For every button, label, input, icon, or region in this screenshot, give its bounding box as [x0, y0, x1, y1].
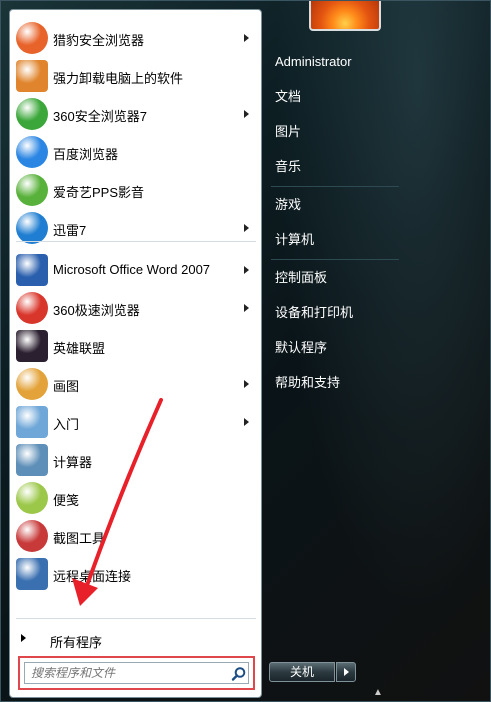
- calculator-icon: [16, 444, 48, 476]
- xunlei-bird-icon: [16, 212, 48, 244]
- submenu-arrow-icon: [244, 224, 249, 232]
- right-link-item[interactable]: 默认程序: [267, 333, 397, 363]
- programs-panel: 猎豹安全浏览器强力卸载电脑上的软件 360安全浏览器7 百度浏览器爱奇艺PPS影音迅…: [9, 9, 262, 698]
- program-item[interactable]: 便笺: [12, 480, 259, 516]
- right-link-item[interactable]: 计算机: [267, 225, 397, 255]
- start-menu: 猎豹安全浏览器强力卸载电脑上的软件 360安全浏览器7 百度浏览器爱奇艺PPS影音迅…: [0, 0, 491, 702]
- getting-started-icon: [16, 406, 48, 438]
- program-label: 360极速浏览器: [53, 303, 140, 318]
- right-divider-2: [271, 259, 399, 260]
- program-label: 360安全浏览器7: [53, 109, 147, 124]
- program-label: 百度浏览器: [53, 147, 119, 162]
- paint-palette-icon: [16, 368, 48, 400]
- program-item[interactable]: 百度浏览器: [12, 134, 259, 170]
- iqiyi-pps-icon: [16, 174, 48, 206]
- shutdown-options-button[interactable]: [336, 662, 356, 682]
- user-picture[interactable]: [309, 1, 381, 31]
- 360-speed-browser-icon: [16, 292, 48, 324]
- cheetah-browser-icon: [16, 22, 48, 54]
- program-label: 英雄联盟: [53, 341, 106, 356]
- submenu-arrow-icon: [244, 380, 249, 388]
- program-label: 迅雷7: [53, 223, 87, 238]
- program-item[interactable]: Microsoft Office Word 2007: [12, 252, 259, 288]
- word-icon: [16, 254, 48, 286]
- right-divider-1: [271, 186, 399, 187]
- all-programs-divider: [16, 618, 256, 619]
- program-label: 猎豹安全浏览器: [53, 33, 145, 48]
- program-label: 计算器: [53, 455, 93, 470]
- program-item[interactable]: 画图: [12, 366, 259, 402]
- 360-browser-icon: [16, 98, 48, 130]
- program-item[interactable]: 强力卸载电脑上的软件: [12, 58, 259, 94]
- all-programs-label: 所有程序: [50, 635, 103, 650]
- submenu-arrow-icon: [244, 110, 249, 118]
- program-label: 爱奇艺PPS影音: [53, 185, 145, 200]
- right-link-item[interactable]: 音乐: [267, 152, 397, 182]
- program-label: 远程桌面连接: [53, 569, 132, 584]
- search-input[interactable]: [24, 662, 249, 684]
- program-label: 强力卸载电脑上的软件: [53, 71, 184, 86]
- uninstall-box-icon: [16, 60, 48, 92]
- pinned-divider: [16, 241, 256, 242]
- remote-desktop-icon: [16, 558, 48, 590]
- program-label: 便笺: [53, 493, 80, 508]
- program-item[interactable]: 英雄联盟: [12, 328, 259, 364]
- shutdown-button[interactable]: 关机: [269, 662, 335, 682]
- program-item[interactable]: 截图工具: [12, 518, 259, 554]
- submenu-arrow-icon: [244, 266, 249, 274]
- program-item[interactable]: 远程桌面连接: [12, 556, 259, 592]
- user-name-link[interactable]: Administrator: [267, 47, 397, 77]
- program-item[interactable]: 计算器: [12, 442, 259, 478]
- program-label: 入门: [53, 417, 80, 432]
- league-of-legends-icon: [16, 330, 48, 362]
- submenu-arrow-icon: [244, 418, 249, 426]
- program-item[interactable]: 入门: [12, 404, 259, 440]
- program-item[interactable]: 360安全浏览器7: [12, 96, 259, 132]
- program-label: 截图工具: [53, 531, 106, 546]
- right-link-item[interactable]: 控制面板: [267, 263, 397, 293]
- search-highlight-box: [18, 656, 255, 690]
- program-label: Microsoft Office Word 2007: [53, 262, 211, 277]
- search-icon[interactable]: [231, 666, 247, 682]
- baidu-browser-icon: [16, 136, 48, 168]
- right-link-item[interactable]: 帮助和支持: [267, 368, 397, 398]
- right-link-item[interactable]: 设备和打印机: [267, 298, 397, 328]
- submenu-arrow-icon: [244, 304, 249, 312]
- all-programs-button[interactable]: 所有程序: [12, 624, 259, 654]
- right-link-item[interactable]: 图片: [267, 117, 397, 147]
- cursor-mark: ▲: [373, 687, 383, 698]
- program-label: 画图: [53, 379, 80, 394]
- program-item[interactable]: 爱奇艺PPS影音: [12, 172, 259, 208]
- right-link-item[interactable]: 游戏: [267, 190, 397, 220]
- sticky-notes-icon: [16, 482, 48, 514]
- program-item[interactable]: 猎豹安全浏览器: [12, 20, 259, 56]
- program-item[interactable]: 360极速浏览器: [12, 290, 259, 326]
- snipping-tool-icon: [16, 520, 48, 552]
- right-link-item[interactable]: 文档: [267, 82, 397, 112]
- submenu-arrow-icon: [244, 34, 249, 42]
- chevron-right-icon: [21, 634, 26, 642]
